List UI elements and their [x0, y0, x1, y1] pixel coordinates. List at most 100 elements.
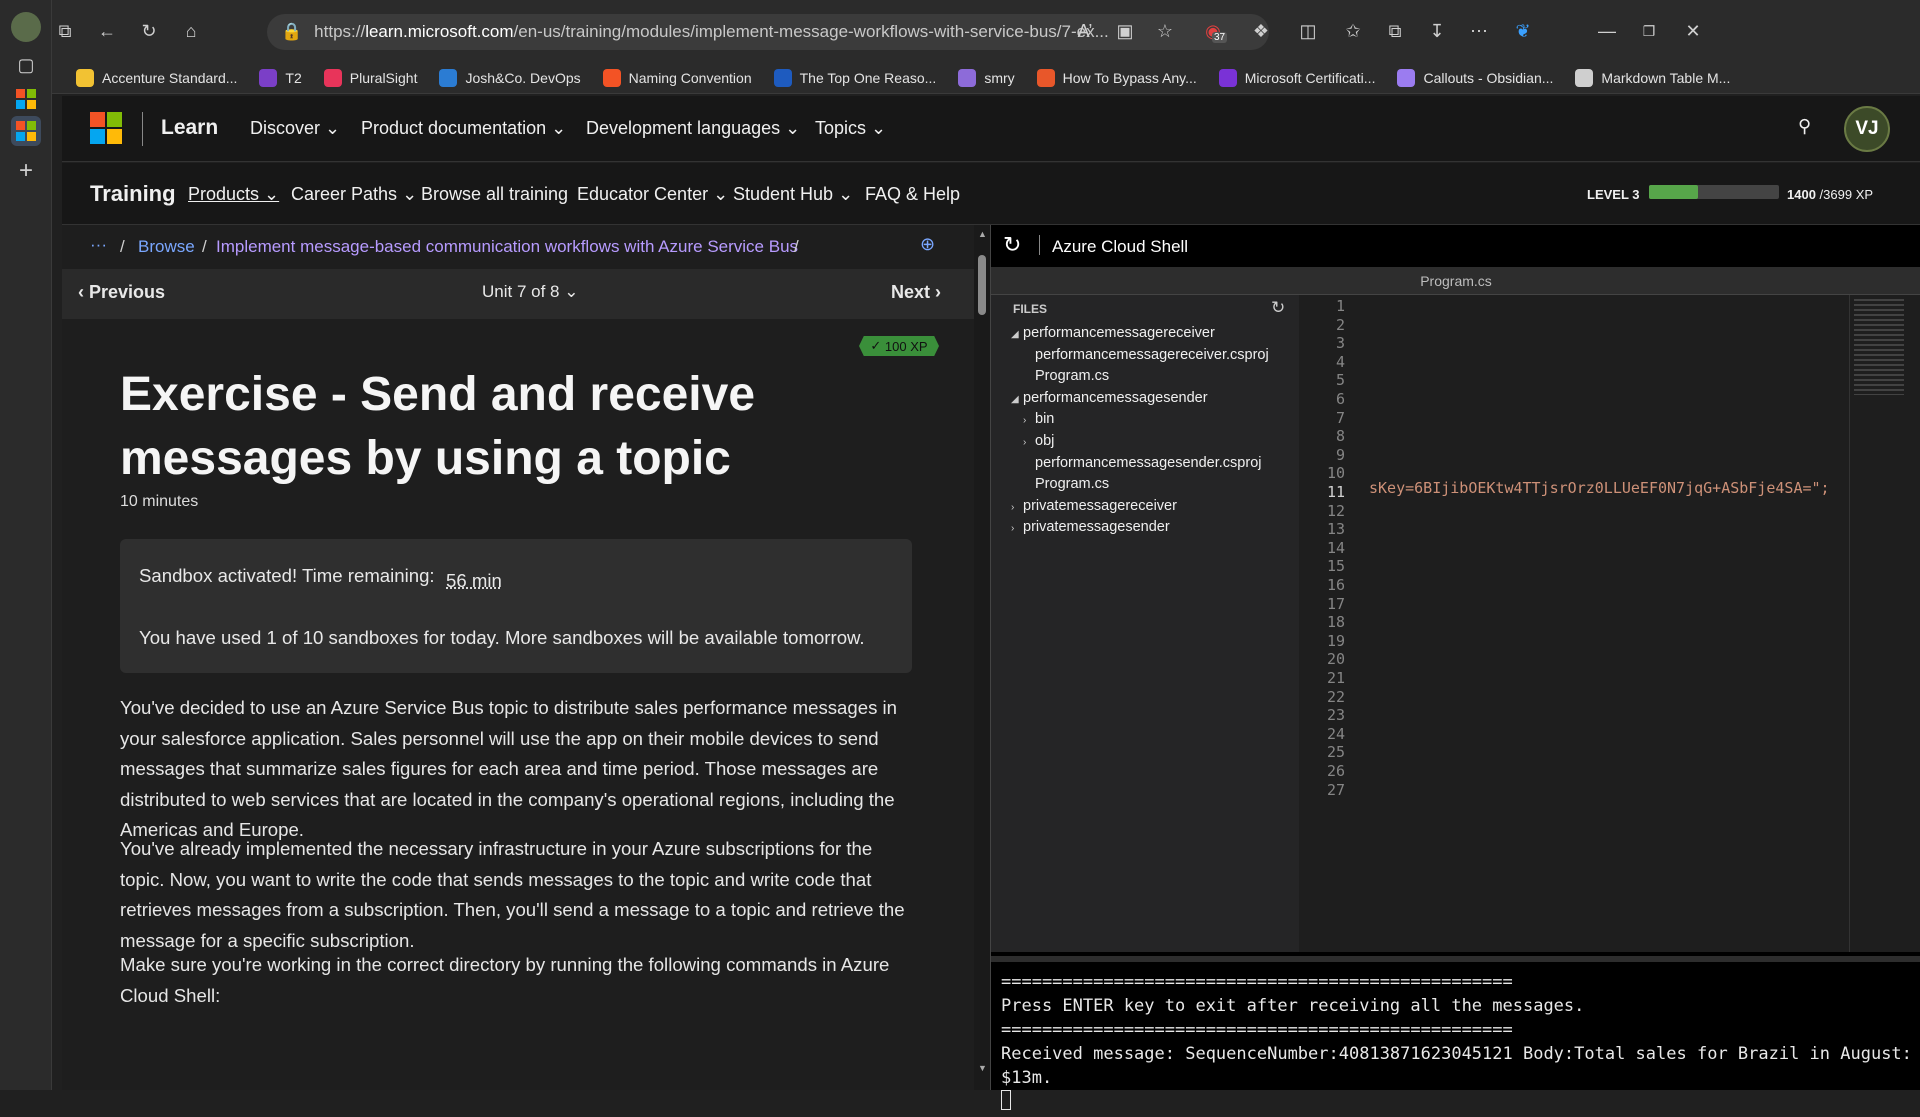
scroll-down-icon[interactable]: ▼	[978, 1063, 987, 1073]
file-tree-item[interactable]: performancemessagereceiver.csproj	[1023, 347, 1269, 363]
search-icon[interactable]: ⚲	[1798, 116, 1811, 137]
nav-discover[interactable]: Discover ⌄	[250, 118, 340, 139]
previous-unit-link[interactable]: ‹ Previous	[78, 282, 165, 303]
file-tree-item[interactable]: ◢ performancemessagesender	[1011, 390, 1208, 406]
bookmark-item[interactable]: T2	[259, 68, 302, 87]
bookmark-label: Markdown Table M...	[1601, 69, 1731, 86]
tab-learn-icon[interactable]	[11, 116, 41, 146]
tab-microsoft-icon[interactable]	[11, 84, 41, 114]
page-title: Exercise - Send and receive messages by …	[120, 368, 756, 485]
file-tree-item[interactable]: ◢ performancemessagereceiver	[1011, 325, 1215, 341]
reader-view-icon[interactable]: ▣	[1112, 18, 1138, 44]
line-number: 6	[1335, 390, 1345, 408]
bookmark-item[interactable]: Callouts - Obsidian...	[1397, 68, 1553, 87]
training-nav-browse-all[interactable]: Browse all training	[421, 184, 568, 205]
training-nav-faq-help[interactable]: FAQ & Help	[865, 184, 960, 205]
nav-topics[interactable]: Topics ⌄	[815, 118, 886, 139]
home-icon[interactable]: ⌂	[178, 18, 204, 44]
bookmark-favicon-icon	[76, 68, 94, 87]
tree-toggle-icon[interactable]: ◢	[1011, 329, 1023, 340]
sandbox-time-remaining: 56 min	[446, 570, 502, 591]
breadcrumb-module[interactable]: Implement message-based communication wo…	[216, 237, 798, 257]
url-prefix: https://	[314, 22, 366, 41]
training-nav-career-paths[interactable]: Career Paths ⌄	[291, 184, 417, 205]
breadcrumb-browse[interactable]: Browse	[138, 237, 195, 257]
bookmark-item[interactable]: Accenture Standard...	[76, 68, 238, 87]
bookmark-item[interactable]: PluralSight	[323, 68, 417, 87]
article-scrollbar[interactable]: ▲ ▼	[974, 225, 990, 1090]
workspaces-icon[interactable]: ⧉	[52, 18, 78, 44]
collections-icon[interactable]: ⧉	[1382, 18, 1408, 44]
nav-product-documentation[interactable]: Product documentation ⌄	[361, 118, 566, 139]
bookmark-label: Accenture Standard...	[102, 69, 238, 86]
minimap-preview	[1854, 299, 1904, 395]
terminal[interactable]: ========================================…	[991, 956, 1920, 1110]
line-number: 12	[1326, 501, 1345, 520]
bookmark-item[interactable]: Naming Convention	[602, 68, 752, 87]
file-tree-item[interactable]: › privatemessagereceiver	[1011, 498, 1177, 514]
training-title[interactable]: Training	[90, 181, 176, 207]
extensions-icon[interactable]: ❖	[1248, 18, 1274, 44]
file-tree-item[interactable]: › obj	[1023, 433, 1054, 449]
favorites-icon[interactable]: ✩	[1340, 18, 1366, 44]
xp-badge: ✓ 100 XP	[859, 336, 939, 356]
copilot-icon[interactable]: ❦	[1510, 18, 1536, 44]
learn-brand-link[interactable]: Learn	[161, 116, 218, 140]
tree-toggle-icon[interactable]: ›	[1023, 415, 1035, 426]
breadcrumb-separator: /	[202, 237, 207, 256]
refresh-icon[interactable]: ↻	[136, 18, 162, 44]
refresh-files-icon[interactable]: ↻	[1271, 298, 1285, 318]
line-number: 3	[1335, 334, 1345, 353]
scroll-up-icon[interactable]: ▲	[978, 229, 987, 239]
file-tree-item[interactable]: performancemessagesender.csproj	[1023, 455, 1261, 471]
header-divider	[142, 112, 143, 146]
back-icon[interactable]: ←	[94, 18, 120, 44]
code-area[interactable]: sKey=6BIjibOEKtw4TTjsrOrz0LLUeEF0N7jqG+A…	[1369, 295, 1839, 952]
editor-file-tab[interactable]: Program.cs	[991, 267, 1920, 295]
training-nav-student-hub[interactable]: Student Hub ⌄	[733, 184, 853, 205]
training-nav-educator-center[interactable]: Educator Center ⌄	[577, 184, 728, 205]
split-screen-icon[interactable]: ◫	[1295, 18, 1321, 44]
xp-progress-bar	[1649, 185, 1779, 199]
restart-icon[interactable]: ↻	[1003, 232, 1021, 258]
training-nav-products[interactable]: Products ⌄	[188, 184, 279, 205]
nav-development-languages[interactable]: Development languages ⌄	[586, 118, 800, 139]
file-tree-item[interactable]: › bin	[1023, 411, 1054, 427]
line-number: 1	[1335, 297, 1345, 315]
next-unit-link[interactable]: Next ›	[891, 282, 941, 303]
bookmark-item[interactable]: Josh&Co. DevOps	[439, 68, 581, 87]
bookmark-item[interactable]: How To Bypass Any...	[1036, 68, 1197, 87]
read-aloud-icon[interactable]: A’	[1072, 18, 1098, 44]
more-options-icon[interactable]: ⋯	[1466, 18, 1492, 44]
bookmark-item[interactable]: Microsoft Certificati...	[1218, 68, 1375, 87]
file-tree-item[interactable]: Program.cs	[1023, 368, 1109, 384]
tree-toggle-icon[interactable]: ›	[1011, 523, 1023, 534]
bookmarks-bar: Accenture Standard... T2 PluralSight Josh&C…	[52, 62, 1920, 94]
scrollbar-thumb[interactable]	[978, 255, 986, 315]
code-minimap[interactable]	[1849, 295, 1920, 952]
tree-toggle-icon[interactable]: ›	[1023, 437, 1035, 448]
tree-toggle-icon[interactable]: ›	[1011, 502, 1023, 513]
user-avatar[interactable]: VJ	[1844, 106, 1890, 152]
tree-toggle-icon[interactable]: ◢	[1011, 394, 1023, 405]
downloads-icon[interactable]: ↧	[1424, 18, 1450, 44]
unit-selector[interactable]: Unit 7 of 8 ⌄	[482, 282, 578, 302]
ublock-extension-icon[interactable]: ◉ 37	[1200, 18, 1228, 44]
add-plus-circle-icon[interactable]: ⊕	[920, 234, 935, 255]
tab-actions-icon[interactable]: ▢	[11, 50, 41, 80]
new-tab-icon[interactable]: +	[11, 156, 41, 186]
bookmark-item[interactable]: smry	[958, 68, 1015, 87]
microsoft-logo-icon[interactable]	[90, 112, 122, 144]
code-line-11: sKey=6BIjibOEKtw4TTjsrOrz0LLUeEF0N7jqG+A…	[1369, 479, 1830, 497]
breadcrumb-more[interactable]: ···	[90, 235, 107, 255]
level-label: LEVEL 3	[1587, 187, 1640, 202]
minimize-icon[interactable]: —	[1594, 18, 1620, 44]
file-tree-item[interactable]: › privatemessagesender	[1011, 519, 1170, 535]
restore-icon[interactable]: ❐	[1636, 18, 1662, 44]
bookmark-item[interactable]: The Top One Reaso...	[773, 68, 936, 87]
file-tree-item[interactable]: Program.cs	[1023, 476, 1109, 492]
close-window-icon[interactable]: ✕	[1680, 18, 1706, 44]
favorite-star-icon[interactable]: ☆	[1152, 18, 1178, 44]
bookmark-item[interactable]: Markdown Table M...	[1575, 68, 1731, 87]
profile-avatar[interactable]	[11, 12, 41, 42]
